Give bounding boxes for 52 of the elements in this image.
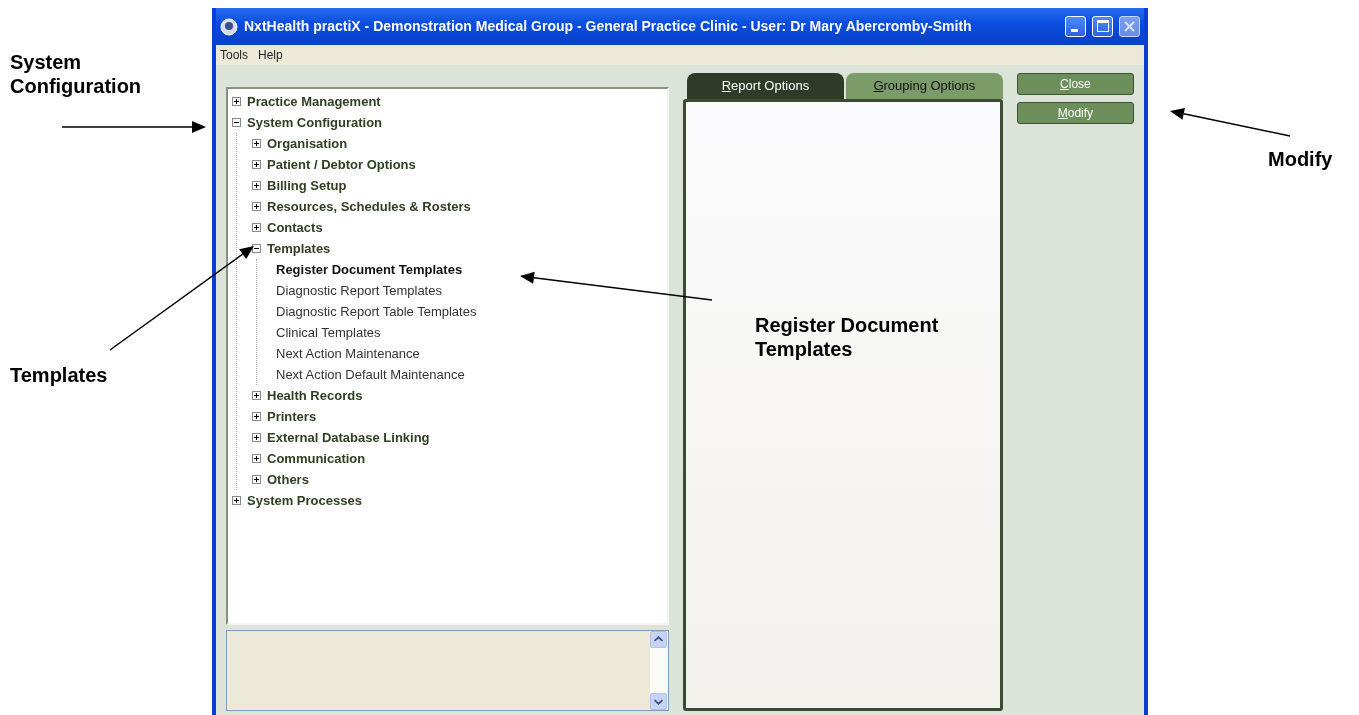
callout-label: System Configuration <box>10 50 143 98</box>
callout-label: Templates <box>10 363 109 387</box>
scroll-up-icon[interactable] <box>650 631 667 648</box>
tree-item[interactable]: Communication <box>267 448 366 469</box>
tree-item[interactable]: Resources, Schedules & Rosters <box>267 196 471 217</box>
window-title: NxtHealth practiX - Demonstration Medical Group - General Practice Clinic - User: Dr Mary Abercromby-Smith <box>244 17 973 36</box>
tree-item[interactable]: Organisation <box>267 133 348 154</box>
callout-label: Modify <box>1268 147 1334 171</box>
tree-item[interactable]: Others <box>267 469 309 490</box>
action-button[interactable]: Modify <box>1016 102 1134 124</box>
tab[interactable]: Grouping Options <box>845 73 1003 99</box>
action-button[interactable]: Close <box>1016 73 1134 95</box>
tree-item[interactable]: Practice Management <box>247 91 381 112</box>
tree-item[interactable]: External Database Linking <box>267 427 430 448</box>
tree-item[interactable]: Next Action Maintenance <box>272 343 420 364</box>
tree-item[interactable]: Register Document Templates <box>272 259 463 280</box>
expand-icon[interactable] <box>252 223 261 232</box>
expand-icon[interactable] <box>252 202 261 211</box>
menu-item[interactable]: Help <box>258 46 283 64</box>
expand-icon[interactable] <box>252 181 261 190</box>
expand-icon[interactable] <box>252 391 261 400</box>
tree-item[interactable]: System Processes <box>247 490 362 511</box>
app-logo-icon <box>220 17 238 36</box>
tree-item[interactable]: Printers <box>267 406 317 427</box>
tree-item[interactable]: Clinical Templates <box>272 322 381 343</box>
tab[interactable]: Report Options <box>687 73 844 99</box>
tree-item[interactable]: Billing Setup <box>267 175 347 196</box>
expand-icon[interactable] <box>252 433 261 442</box>
expand-icon[interactable] <box>232 496 241 505</box>
notes-field[interactable] <box>226 630 669 711</box>
expand-icon[interactable] <box>252 454 261 463</box>
callout-label: Register Document Templates <box>755 313 940 361</box>
menu-item[interactable]: Tools <box>220 46 248 64</box>
scroll-down-icon[interactable] <box>650 693 667 710</box>
tree-item[interactable]: Next Action Default Maintenance <box>272 364 465 385</box>
collapse-icon[interactable] <box>232 118 241 127</box>
tree-item[interactable]: Templates <box>267 238 331 259</box>
tree-item[interactable]: Diagnostic Report Templates <box>272 280 442 301</box>
expand-icon[interactable] <box>252 412 261 421</box>
tree-item[interactable]: Health Records <box>267 385 363 406</box>
tree-item[interactable]: Diagnostic Report Table Templates <box>272 301 477 322</box>
tree-item[interactable]: Contacts <box>267 217 323 238</box>
expand-icon[interactable] <box>252 139 261 148</box>
maximize-button[interactable] <box>1092 16 1113 37</box>
expand-icon[interactable] <box>252 475 261 484</box>
minimize-button[interactable] <box>1065 16 1086 37</box>
expand-icon[interactable] <box>252 160 261 169</box>
tree-item[interactable]: System Configuration <box>247 112 383 133</box>
expand-icon[interactable] <box>232 97 241 106</box>
collapse-icon[interactable] <box>252 244 261 253</box>
scrollbar[interactable] <box>650 631 668 710</box>
tree-item[interactable]: Patient / Debtor Options <box>267 154 416 175</box>
